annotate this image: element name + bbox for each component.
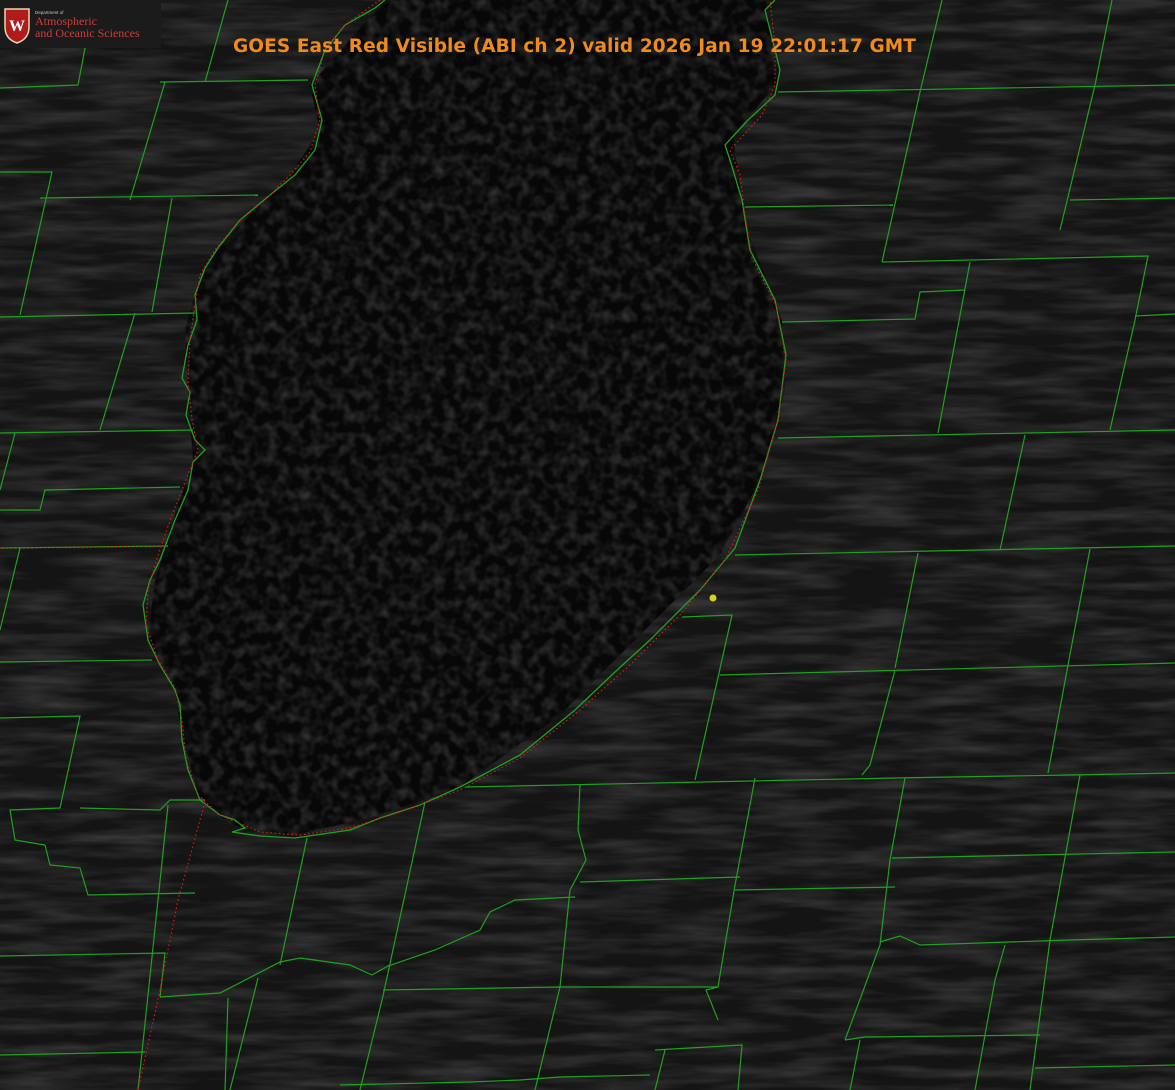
satellite-image-view: W Department of Atmospheric and Oceanic … (0, 0, 1175, 1090)
department-logo: W Department of Atmospheric and Oceanic … (0, 0, 161, 48)
satellite-map (0, 0, 1175, 1090)
university-shield-icon: W (4, 8, 30, 44)
image-title: GOES East Red Visible (ABI ch 2) valid 2… (233, 36, 916, 57)
station-marker (709, 594, 717, 602)
svg-text:W: W (9, 18, 25, 35)
logo-name-line-2: and Oceanic Sciences (35, 26, 140, 40)
